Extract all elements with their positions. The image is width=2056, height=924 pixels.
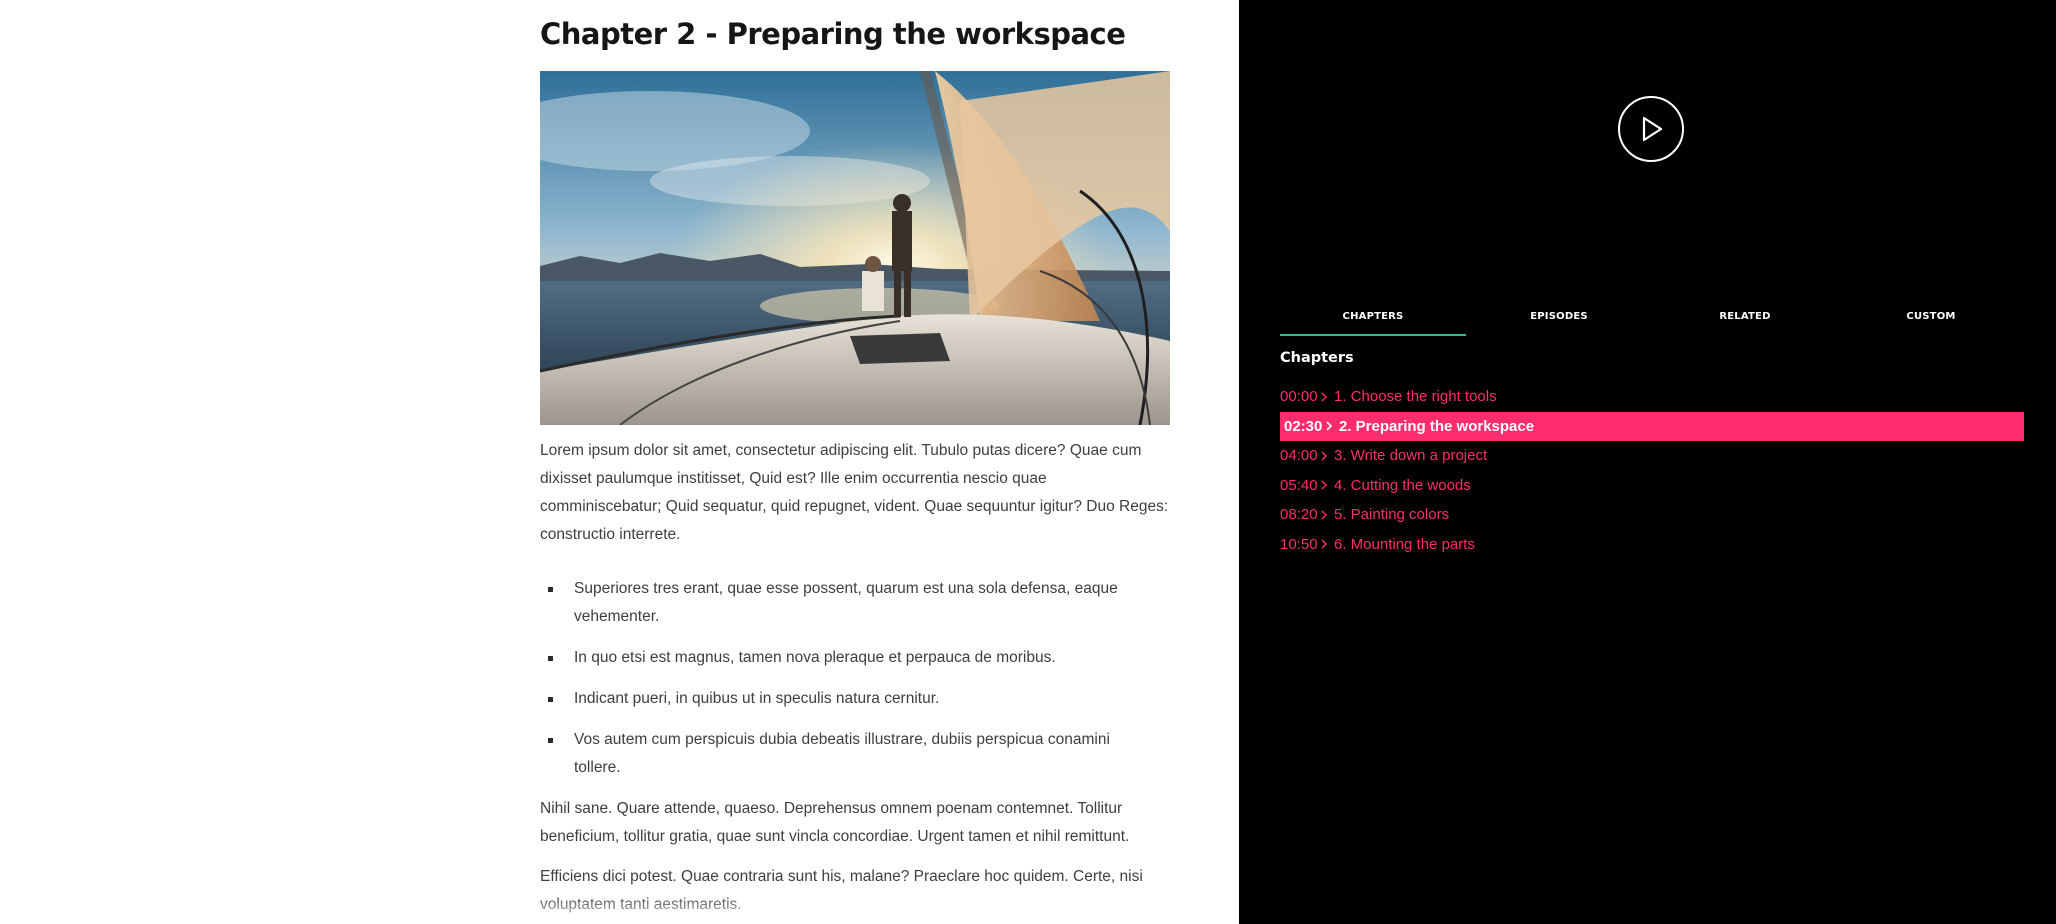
list-item-text: Superiores tres erant, quae esse possent… bbox=[574, 580, 1118, 625]
list-item: In quo etsi est magnus, tamen nova plera… bbox=[540, 644, 1134, 672]
chapter-time: 08:20 bbox=[1280, 506, 1318, 524]
chapter-label: 5. Painting colors bbox=[1334, 506, 1450, 524]
bullet-icon bbox=[548, 697, 553, 702]
bullet-icon bbox=[548, 656, 553, 661]
chevron-right-icon bbox=[1320, 539, 1334, 549]
chapter-time: 05:40 bbox=[1280, 476, 1318, 494]
list-item-text: In quo etsi est magnus, tamen nova plera… bbox=[574, 649, 1056, 666]
tab-chapters[interactable]: CHAPTERS bbox=[1280, 300, 1466, 336]
article-paragraph-1: Lorem ipsum dolor sit amet, consectetur … bbox=[540, 442, 1169, 543]
chevron-right-icon bbox=[1320, 510, 1334, 520]
chapter-time: 02:30 bbox=[1284, 417, 1323, 435]
chevron-right-icon bbox=[1320, 480, 1334, 490]
list-item: Vos autem cum perspicuis dubia debeatis … bbox=[540, 726, 1134, 782]
list-item: Superiores tres erant, quae esse possent… bbox=[540, 575, 1134, 631]
chapter-item[interactable]: 04:00 3. Write down a project bbox=[1280, 441, 2024, 471]
bottom-fade bbox=[0, 894, 1239, 924]
article-paragraph-2: Nihil sane. Quare attende, quaeso. Depre… bbox=[540, 800, 1130, 845]
hero-image bbox=[540, 71, 1170, 425]
chapters-heading: Chapters bbox=[1280, 350, 1354, 366]
chevron-right-icon bbox=[1325, 421, 1339, 431]
video-player-panel: CHAPTERS EPISODES RELATED CUSTOM Chapter… bbox=[1239, 0, 2056, 924]
chapter-label: 2. Preparing the workspace bbox=[1339, 417, 1535, 435]
list-item-text: Vos autem cum perspicuis dubia debeatis … bbox=[574, 731, 1110, 776]
tab-custom[interactable]: CUSTOM bbox=[1838, 300, 2024, 336]
chapter-item[interactable]: 05:40 4. Cutting the woods bbox=[1280, 471, 2024, 501]
chapter-item[interactable]: 10:50 6. Mounting the parts bbox=[1280, 530, 2024, 560]
chapter-time: 04:00 bbox=[1280, 447, 1318, 465]
chapter-item[interactable]: 00:00 1. Choose the right tools bbox=[1280, 382, 2024, 412]
chapter-item[interactable]: 08:20 5. Painting colors bbox=[1280, 500, 2024, 530]
chapter-list: 00:00 1. Choose the right tools 02:30 2.… bbox=[1280, 382, 2024, 559]
chapter-item-active[interactable]: 02:30 2. Preparing the workspace bbox=[1280, 411, 2024, 441]
player-tabs: CHAPTERS EPISODES RELATED CUSTOM bbox=[1280, 300, 2024, 336]
bullet-icon bbox=[548, 738, 553, 743]
article-title: Chapter 2 - Preparing the workspace bbox=[540, 17, 1126, 51]
sailboat-sunset-image bbox=[540, 71, 1170, 425]
article-panel: Chapter 2 - Preparing the workspace Lore… bbox=[0, 0, 1239, 924]
list-item-text: Indicant pueri, in quibus ut in speculis… bbox=[574, 690, 940, 707]
chapter-label: 4. Cutting the woods bbox=[1334, 476, 1471, 494]
play-button[interactable] bbox=[1618, 96, 1684, 162]
chapter-label: 1. Choose the right tools bbox=[1334, 388, 1497, 406]
chevron-right-icon bbox=[1320, 392, 1334, 402]
list-item: Indicant pueri, in quibus ut in speculis… bbox=[540, 685, 1134, 713]
chapter-label: 3. Write down a project bbox=[1334, 447, 1488, 465]
tab-related[interactable]: RELATED bbox=[1652, 300, 1838, 336]
article-content: Chapter 2 - Preparing the workspace Lore… bbox=[540, 0, 1170, 919]
bullet-icon bbox=[548, 587, 553, 592]
chapter-label: 6. Mounting the parts bbox=[1334, 535, 1475, 553]
tab-episodes[interactable]: EPISODES bbox=[1466, 300, 1652, 336]
chevron-right-icon bbox=[1320, 451, 1334, 461]
chapter-time: 10:50 bbox=[1280, 535, 1318, 553]
chapter-time: 00:00 bbox=[1280, 388, 1318, 406]
play-icon bbox=[1642, 116, 1663, 142]
article-bullet-list: Superiores tres erant, quae esse possent… bbox=[540, 575, 1170, 782]
